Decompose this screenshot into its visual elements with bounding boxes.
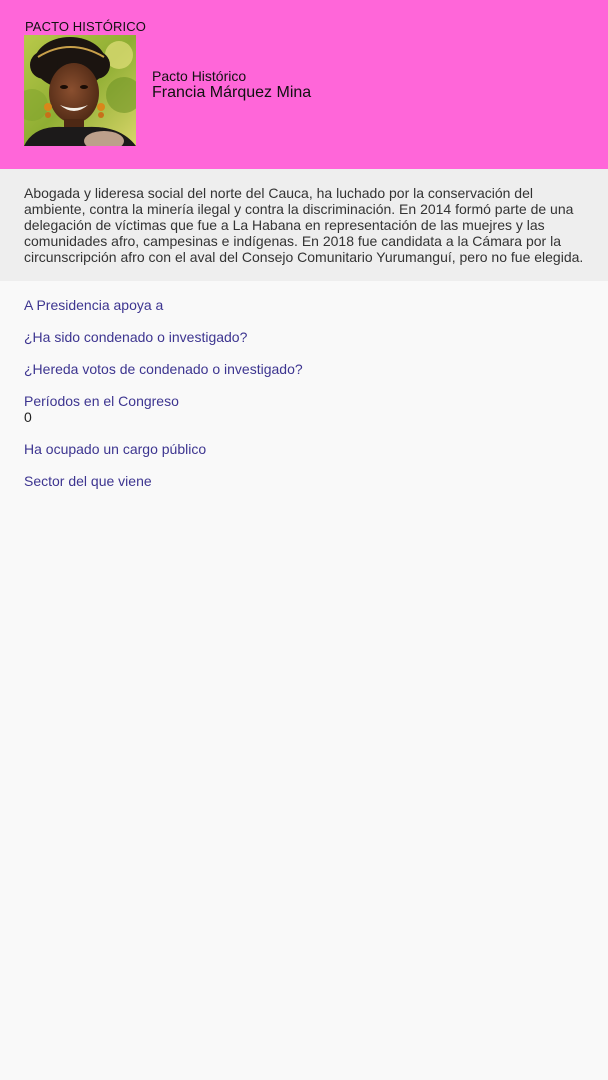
detail-label: ¿Hereda votos de condenado o investigado… xyxy=(24,361,303,377)
detail-value: 0 xyxy=(24,409,32,425)
candidate-bio: Abogada y lideresa social del norte del … xyxy=(0,169,608,281)
detail-condemned: ¿Ha sido condenado o investigado? xyxy=(24,329,584,345)
detail-label: A Presidencia apoya a xyxy=(24,297,164,313)
detail-public-office: Ha ocupado un cargo público xyxy=(24,441,584,457)
detail-label: Ha ocupado un cargo público xyxy=(24,441,207,457)
party-tag: PACTO HISTÓRICO xyxy=(25,19,146,34)
candidate-details: A Presidencia apoya a ¿Ha sido condenado… xyxy=(0,281,608,489)
candidate-name: Francia Márquez Mina xyxy=(152,84,312,101)
candidate-header: PACTO HISTÓRICO Pacto Histórico Francia … xyxy=(0,0,608,169)
detail-inherits-votes: ¿Hereda votos de condenado o investigado… xyxy=(24,361,584,377)
detail-label: Períodos en el Congreso xyxy=(24,393,179,409)
name-block: Pacto Histórico Francia Márquez Mina xyxy=(152,68,311,102)
detail-sector: Sector del que viene xyxy=(24,473,584,489)
detail-congress-periods: Períodos en el Congreso 0 xyxy=(24,393,584,425)
detail-label: Sector del que viene xyxy=(24,473,152,489)
candidate-photo xyxy=(24,35,136,146)
detail-presidency: A Presidencia apoya a xyxy=(24,297,584,313)
detail-label: ¿Ha sido condenado o investigado? xyxy=(24,329,248,345)
party-name: Pacto Histórico xyxy=(152,68,247,84)
